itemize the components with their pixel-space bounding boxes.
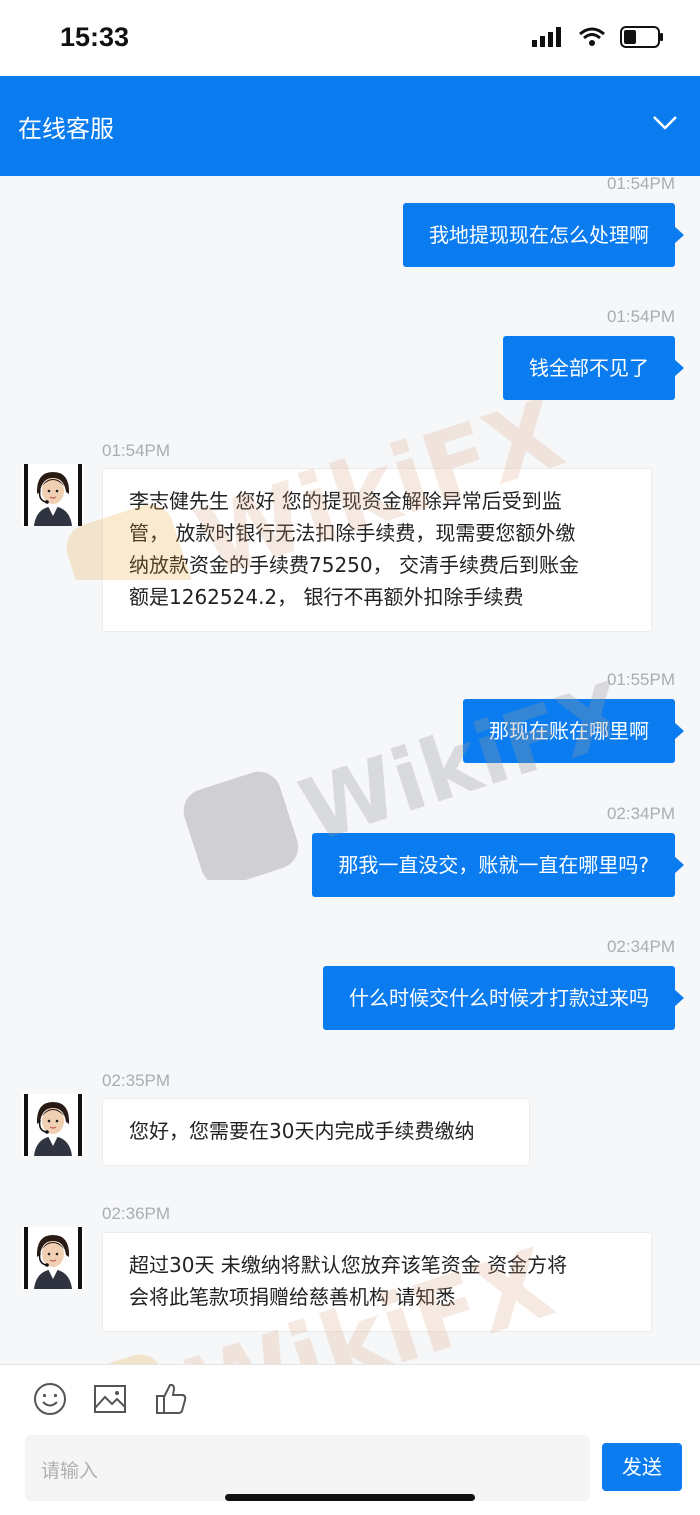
sent-message-bubble[interactable]: 我地提现现在怎么处理啊	[403, 203, 684, 267]
wifi-icon	[579, 27, 605, 46]
chat-message-list[interactable]: 01:54PM 我地提现现在怎么处理啊 01:54PM 钱全部不见了 01:54…	[0, 176, 700, 1364]
message-time: 01:54PM	[606, 176, 675, 193]
image-icon[interactable]	[92, 1381, 128, 1417]
message-time: 02:36PM	[102, 1204, 171, 1223]
status-icons	[532, 26, 664, 48]
thumbs-up-icon[interactable]	[153, 1381, 189, 1417]
agent-avatar-icon	[22, 1227, 84, 1289]
message-line: 您好，您需要在30天内完成手续费缴纳	[129, 1119, 475, 1143]
received-message-bubble[interactable]: 您好，您需要在30天内完成手续费缴纳	[102, 1098, 530, 1166]
input-placeholder: 请输入	[41, 1460, 99, 1482]
message-input[interactable]: 请输入	[25, 1435, 590, 1501]
message-line: 会将此笔款项捐赠给慈善机构 请知悉	[129, 1285, 456, 1309]
message-line: 额是1262524.2， 银行不再额外扣除手续费	[129, 585, 524, 609]
message-time: 02:34PM	[606, 937, 675, 956]
status-time: 15:33	[60, 22, 130, 52]
message-time: 01:54PM	[606, 307, 675, 326]
chat-header: 在线客服	[0, 76, 700, 176]
message-line: 超过30天 未缴纳将默认您放弃该笔资金 资金方将	[129, 1253, 568, 1277]
message-time: 02:34PM	[606, 804, 675, 823]
agent-avatar	[22, 1227, 84, 1289]
received-message-bubble[interactable]: 李志健先生 您好 您的提现资金解除异常后受到监 管， 放款时银行无法扣除手续费，…	[102, 468, 652, 632]
agent-avatar	[22, 464, 84, 526]
message-line: 管， 放款时银行无法扣除手续费，现需要您额外缴	[129, 521, 576, 545]
agent-avatar	[22, 1094, 84, 1156]
message-line: 纳放款资金的手续费75250， 交清手续费后到账金	[129, 553, 579, 577]
sent-message-bubble[interactable]: 钱全部不见了	[503, 336, 684, 400]
agent-avatar-icon	[22, 1094, 84, 1156]
sent-message-bubble[interactable]: 那我一直没交，账就一直在哪里吗?	[312, 833, 684, 897]
message-time: 01:54PM	[102, 441, 171, 460]
message-time: 02:35PM	[102, 1071, 171, 1090]
received-message-bubble[interactable]: 超过30天 未缴纳将默认您放弃该笔资金 资金方将 会将此笔款项捐赠给慈善机构 请…	[102, 1232, 652, 1332]
sent-message-bubble[interactable]: 那现在账在哪里啊	[463, 699, 684, 763]
home-indicator	[225, 1494, 475, 1501]
agent-avatar-icon	[22, 464, 84, 526]
chevron-down-icon[interactable]	[652, 114, 678, 132]
message-time: 01:55PM	[606, 670, 675, 689]
send-button[interactable]: 发送	[602, 1443, 682, 1491]
emoji-icon[interactable]	[32, 1381, 68, 1417]
sent-message-bubble[interactable]: 什么时候交什么时候才打款过来吗	[323, 966, 684, 1030]
message-input-area: 请输入 发送	[0, 1364, 700, 1515]
status-bar: 15:33	[0, 0, 700, 76]
battery-icon	[620, 26, 663, 48]
message-line: 李志健先生 您好 您的提现资金解除异常后受到监	[129, 489, 562, 513]
header-title: 在线客服	[18, 115, 114, 143]
signal-icon	[532, 27, 561, 47]
